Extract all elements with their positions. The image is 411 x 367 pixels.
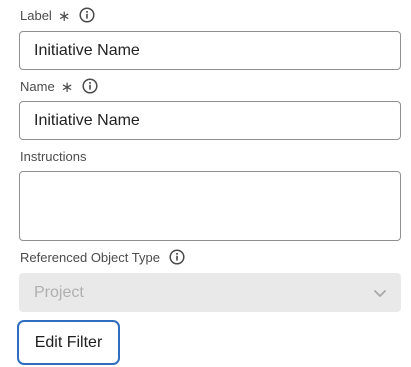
required-asterisk: ∗ (60, 79, 74, 96)
label-input[interactable] (19, 31, 401, 70)
info-icon[interactable] (79, 7, 95, 23)
edit-filter-button[interactable]: Edit Filter (17, 320, 120, 365)
info-icon[interactable] (169, 249, 185, 265)
label-field-label-text: Label (20, 7, 52, 23)
instructions-textarea[interactable] (19, 171, 401, 241)
name-field-label: Name ∗ (20, 77, 98, 96)
required-asterisk: ∗ (57, 8, 71, 25)
referenced-object-type-select[interactable]: Project (19, 273, 401, 312)
label-field-label: Label ∗ (20, 6, 95, 25)
referenced-object-type-label: Referenced Object Type (20, 248, 185, 266)
info-icon[interactable] (82, 78, 98, 94)
instructions-field-label: Instructions (20, 147, 86, 165)
selected-value: Project (34, 283, 84, 301)
chevron-down-icon (373, 286, 387, 300)
referenced-object-type-label-text: Referenced Object Type (20, 249, 160, 265)
name-field-label-text: Name (20, 78, 55, 94)
name-input[interactable] (19, 101, 401, 140)
instructions-label-text: Instructions (20, 148, 87, 164)
